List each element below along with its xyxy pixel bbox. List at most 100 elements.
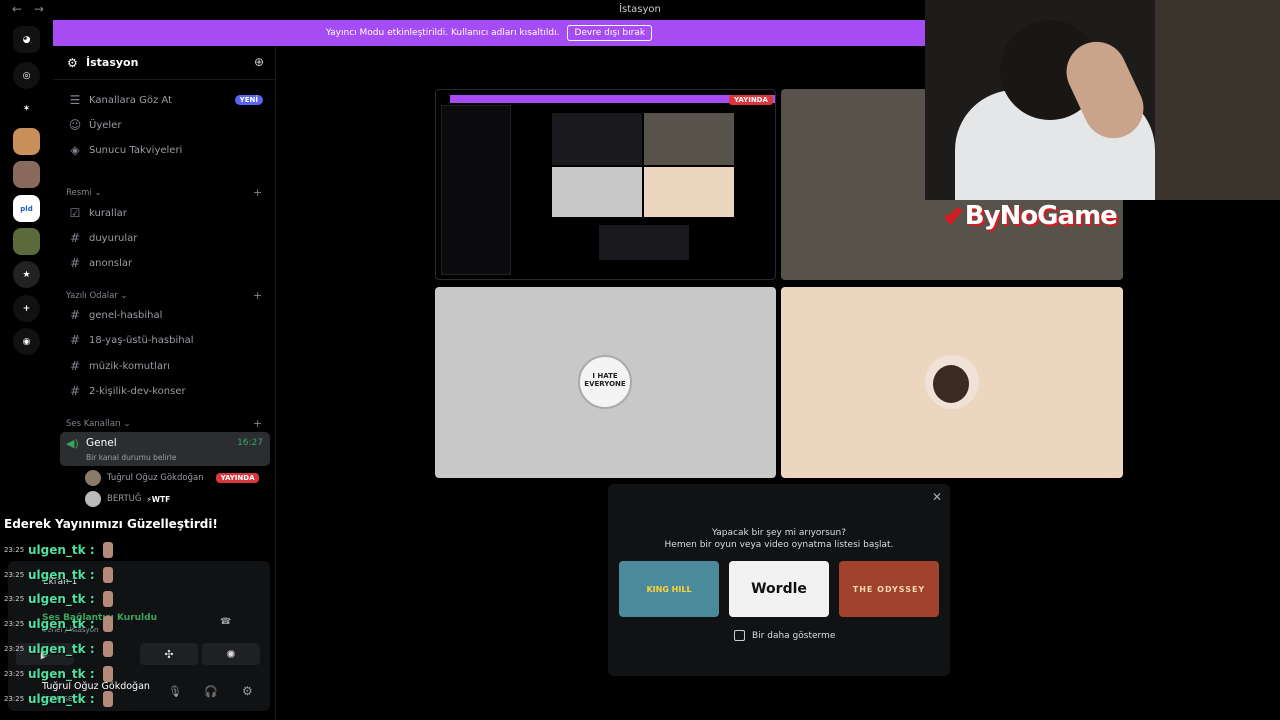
channel-muzik-komutlari[interactable]: # müzik-komutları — [61, 355, 269, 377]
live-badge: YAYINDA — [729, 95, 773, 105]
webcam-overlay — [925, 0, 1280, 200]
add-channel-icon[interactable]: + — [253, 289, 262, 302]
voice-member[interactable]: Tuğrul Oğuz Gökdoğan YAYINDA — [85, 469, 260, 487]
chat-user: ulgen_tk : — [28, 642, 95, 656]
browse-icon: ☰ — [69, 93, 81, 107]
soundboard-button[interactable]: ✺ — [202, 643, 260, 665]
chat-time: 23:25 — [4, 571, 25, 579]
activity-wordle[interactable]: Wordle — [729, 561, 829, 617]
server-icon[interactable] — [13, 128, 40, 155]
channel-genel-hasbihal[interactable]: # genel-hasbihal — [61, 304, 269, 326]
channel-label: 18-yaş-üstü-hasbihal — [89, 334, 194, 346]
dont-show-again[interactable]: Bir daha gösterme — [734, 630, 835, 641]
screen-share-tile[interactable] — [435, 89, 776, 280]
checkbox-label: Bir daha gösterme — [752, 630, 836, 641]
chat-user: ulgen_tk : — [28, 592, 95, 606]
channel-label: genel-hasbihal — [89, 309, 163, 321]
stream-overlay-title: Ederek Yayınımızı Güzelleştirdi! — [4, 517, 218, 531]
member-name: BERTUĞ — [107, 494, 142, 504]
chat-time: 23:25 — [4, 670, 25, 678]
channel-label: kurallar — [89, 207, 127, 219]
mini-sidebar — [441, 105, 511, 275]
brand-logo: ✔ByNoGame — [942, 201, 1118, 231]
channel-2-kisilik-dev-konser[interactable]: #2-kişilik-dev-konser — [61, 380, 269, 402]
mini-popup — [599, 225, 689, 260]
activity-popup: ✕ Yapacak bir şey mi arıyorsun? Hemen bi… — [608, 484, 950, 676]
emote-icon — [102, 691, 113, 707]
add-server-icon[interactable]: + — [13, 295, 40, 322]
chat-time: 23:25 — [4, 595, 25, 603]
chat-user: ulgen_tk : — [28, 667, 95, 681]
category-yazili-odalar[interactable]: Yazılı Odalar ⌄ — [66, 291, 128, 301]
activity-king-hill[interactable]: KING HILL — [619, 561, 719, 617]
add-channel-icon[interactable]: + — [253, 186, 262, 199]
avatar — [85, 470, 101, 486]
channel-duyurular[interactable]: # duyurular — [61, 227, 269, 249]
emote-icon — [102, 666, 113, 682]
channel-label: müzik-komutları — [89, 360, 170, 372]
guild-header[interactable]: ⚙ İstasyon ⊕ — [53, 46, 276, 80]
disable-streamer-mode-button[interactable]: Devre dışı bırak — [567, 25, 653, 41]
chat-line: 23:25 ulgen_tk : — [4, 540, 113, 560]
server-icon[interactable]: pld — [13, 195, 40, 222]
voice-channel-name: Genel — [86, 437, 117, 449]
server-icon[interactable] — [13, 161, 40, 188]
hash-icon: # — [69, 231, 81, 245]
banner-text: Yayıncı Modu etkinleştirildi. Kullanıcı … — [325, 28, 560, 38]
channel-18-yas-ustu[interactable]: #18-yaş-üstü-hasbihal — [61, 329, 269, 351]
participant-avatar — [925, 355, 979, 409]
disconnect-icon[interactable]: ☎ — [220, 617, 231, 627]
rules-icon: ☑ — [69, 206, 81, 220]
server-icon[interactable]: ✶ — [13, 95, 40, 122]
discord-home-icon[interactable]: ◕ — [13, 26, 40, 53]
voice-member[interactable]: BERTUĞ ⚡WTF — [85, 490, 170, 508]
hash-icon: # — [69, 308, 81, 322]
member-tag: ⚡WTF — [146, 494, 171, 504]
emote-icon — [102, 616, 113, 632]
mini-tile — [644, 113, 734, 165]
members-icon: ☺ — [68, 118, 82, 132]
emote-icon — [102, 567, 113, 583]
category-resmi[interactable]: Resmi ⌄ — [66, 188, 102, 198]
voice-channel-time: 16:27 — [237, 438, 263, 448]
chat-user: ulgen_tk : — [28, 568, 95, 582]
voice-channel-genel[interactable]: ◀) Genel Bir kanal durumu belirle 16:27 — [60, 432, 270, 466]
activities-button[interactable]: ✣ — [140, 643, 198, 665]
gear-icon[interactable]: ⚙ — [242, 684, 253, 698]
invite-icon[interactable]: ⊕ — [254, 55, 264, 69]
streamer-mode-banner: Yayıncı Modu etkinleştirildi. Kullanıcı … — [53, 20, 925, 46]
discover-icon[interactable]: ◉ — [13, 328, 40, 355]
server-boosts[interactable]: ◈ Sunucu Takviyeleri — [61, 139, 269, 161]
add-channel-icon[interactable]: + — [253, 417, 262, 430]
close-icon[interactable]: ✕ — [932, 490, 942, 504]
avatar — [85, 491, 101, 507]
microphone-icon[interactable]: 🎙 — [168, 685, 182, 698]
server-istasyon-icon[interactable]: ◎ — [13, 62, 40, 89]
mini-tile — [552, 113, 642, 165]
mini-tile — [644, 167, 734, 217]
chat-time: 23:25 — [4, 645, 25, 653]
live-badge: YAYINDA — [215, 473, 260, 483]
browse-channels[interactable]: ☰ Kanallara Göz At YENİ — [61, 89, 269, 111]
chat-time: 23:25 — [4, 620, 25, 628]
hash-icon: # — [69, 384, 81, 398]
chat-line: 23:25 ulgen_tk : — [4, 565, 113, 585]
chat-line: 23:25 ulgen_tk : — [4, 664, 113, 684]
channel-anonslar[interactable]: # anonslar — [61, 252, 269, 274]
headphones-icon[interactable]: 🎧 — [204, 685, 218, 698]
channel-kurallar[interactable]: ☑ kurallar — [61, 202, 269, 224]
activity-the-odyssey[interactable]: THE ODYSSEY — [839, 561, 939, 617]
voice-channel-status[interactable]: Bir kanal durumu belirle — [86, 453, 176, 462]
speaker-icon: ◀) — [66, 437, 79, 450]
new-badge: YENİ — [234, 95, 263, 105]
channel-label: anonslar — [89, 257, 133, 269]
chat-line: 23:25 ulgen_tk : — [4, 689, 113, 709]
members[interactable]: ☺ Üyeler — [61, 114, 269, 136]
server-icon[interactable] — [13, 228, 40, 255]
chat-line: 23:25 ulgen_tk : — [4, 589, 113, 609]
checkbox[interactable] — [734, 630, 745, 641]
star-icon[interactable]: ★ — [13, 261, 40, 288]
category-ses-kanallari[interactable]: Ses Kanalları ⌄ — [66, 419, 131, 429]
chat-user: ulgen_tk : — [28, 543, 95, 557]
boost-icon: ◈ — [70, 143, 80, 157]
